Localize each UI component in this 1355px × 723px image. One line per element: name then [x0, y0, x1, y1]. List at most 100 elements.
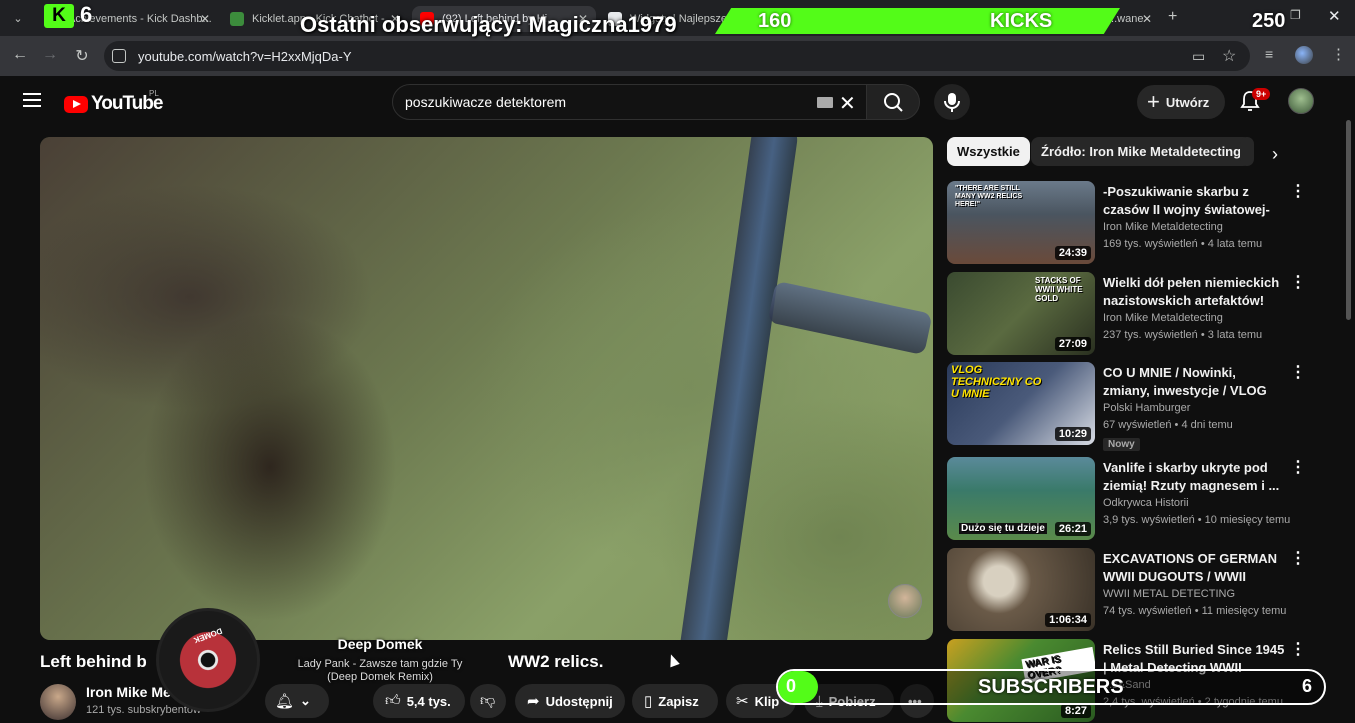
menu-hamburger-icon[interactable]	[23, 93, 41, 107]
browser-toolbar: ← → ↻ youtube.com/watch?v=H2xxMjqDa-Y	[0, 36, 1355, 76]
recommendation-item[interactable]: VLOG TECHNICZNY CO U MNIE 10:29 CO U MNI…	[947, 362, 1342, 451]
more-options-icon[interactable]: ⋮	[1290, 272, 1306, 292]
more-options-icon[interactable]: ⋮	[1290, 639, 1306, 659]
now-playing-title: Deep Domek	[337, 636, 423, 652]
microphone-icon	[944, 93, 960, 112]
chevron-right-icon[interactable]: ›	[1272, 144, 1278, 165]
channel-name[interactable]: Iron Mike Me	[86, 684, 171, 700]
video-meta: 67 wyświetleń • 4 dni temu	[1103, 419, 1233, 431]
keyboard-icon[interactable]	[817, 97, 833, 108]
disc-label: DOMEK	[192, 626, 224, 645]
browser-tab-bar: ⌄ Achievements - Kick Dashb... ✕ Kicklet…	[0, 0, 1355, 36]
back-arrow-icon[interactable]: ←	[10, 46, 30, 64]
dislike-button[interactable]: 👎︎	[470, 684, 506, 718]
close-window-icon[interactable]: ✕	[1328, 7, 1341, 25]
media-controls-icon[interactable]: ≡	[1265, 46, 1273, 62]
channel-name[interactable]: WWII METAL DETECTING	[1103, 588, 1235, 600]
subscribers-count: 0	[786, 676, 797, 696]
search-input[interactable]: poszukiwacze detektorem ✕	[392, 84, 868, 120]
chip-more[interactable]	[1240, 137, 1254, 166]
video-duration: 1:06:34	[1045, 613, 1091, 627]
thumbnail-caption: Dużo się tu dzieje	[959, 523, 1047, 534]
bookmark-icon: ▯	[644, 693, 653, 710]
thumbnail-caption: VLOG TECHNICZNY CO U MNIE	[951, 364, 1042, 400]
video-frame	[40, 137, 933, 640]
kicklet-favicon-icon	[230, 12, 244, 26]
address-bar[interactable]: youtube.com/watch?v=H2xxMjqDa-Y	[104, 41, 1250, 71]
video-player[interactable]	[40, 137, 933, 640]
clear-search-icon[interactable]: ✕	[839, 91, 856, 116]
country-code: PL	[149, 89, 159, 98]
url-text: youtube.com/watch?v=H2xxMjqDa-Y	[138, 49, 352, 64]
subscribers-label: SUBSCRIBERS	[978, 676, 1124, 698]
search-button[interactable]	[866, 84, 920, 120]
scissors-icon: ✂	[736, 693, 749, 710]
youtube-play-logo-icon	[64, 95, 88, 113]
video-meta: 169 tys. wyświetleń • 4 lata temu	[1103, 238, 1263, 250]
recommendation-item[interactable]: STACKS OF WWII WHITE GOLD 27:09 Wielki d…	[947, 272, 1342, 356]
video-duration: 10:29	[1054, 427, 1091, 441]
recommendation-item[interactable]: 1:06:34 EXCAVATIONS OF GERMAN WWII DUGOU…	[947, 548, 1342, 632]
share-label: Udostępnij	[545, 693, 613, 709]
chip-source[interactable]: Źródło: Iron Mike Metaldetecting	[1031, 137, 1252, 166]
video-duration: 26:21	[1054, 522, 1091, 536]
video-duration: 27:09	[1054, 337, 1091, 351]
video-title[interactable]: Vanlife i skarby ukryte pod ziemią! Rzut…	[1103, 459, 1285, 495]
close-tab-icon[interactable]: ✕	[200, 12, 210, 26]
video-meta: 74 tys. wyświetleń • 11 miesięcy temu	[1103, 605, 1287, 617]
site-info-icon[interactable]	[112, 49, 126, 63]
more-options-icon[interactable]: ⋮	[1290, 457, 1306, 477]
video-thumbnail[interactable]: STACKS OF WWII WHITE GOLD 27:09	[947, 272, 1095, 355]
notification-bell-button[interactable]: 🔔︎ ⌄	[265, 684, 329, 718]
voice-search-button[interactable]	[934, 84, 970, 120]
search-query-text: poszukiwacze detektorem	[405, 94, 567, 110]
channel-name[interactable]: Iron Mike Metaldetecting	[1103, 312, 1223, 324]
thumbs-up-icon: 👍︎	[385, 692, 401, 709]
channel-avatar[interactable]	[40, 684, 76, 720]
plus-icon: +	[1147, 89, 1160, 114]
recommendation-item[interactable]: "THERE ARE STILL MANY WW2 RELICS HERE!" …	[947, 181, 1342, 265]
video-duration: 8:27	[1060, 704, 1091, 718]
video-thumbnail[interactable]: Dużo się tu dzieje 26:21	[947, 457, 1095, 540]
like-button[interactable]: 👍︎ 5,4 tys.	[373, 684, 465, 718]
reload-icon[interactable]: ↻	[72, 46, 92, 66]
chip-all[interactable]: Wszystkie	[947, 137, 1030, 166]
video-title[interactable]: CO U MNIE / Nowinki, zmiany, inwestycje …	[1103, 364, 1285, 400]
share-button[interactable]: ➦ Udostępnij	[515, 684, 625, 718]
more-options-icon[interactable]: ⋮	[1290, 548, 1306, 568]
video-thumbnail[interactable]: VLOG TECHNICZNY CO U MNIE 10:29	[947, 362, 1095, 445]
browser-profile-icon[interactable]	[1295, 46, 1313, 64]
close-tab-icon[interactable]: ✕	[1142, 12, 1152, 26]
video-title[interactable]: -Poszukiwanie skarbu z czasów II wojny ś…	[1103, 183, 1285, 219]
more-options-icon[interactable]: ⋮	[1290, 362, 1306, 382]
kicks-goal: 250	[1252, 10, 1286, 32]
streamer-webcam	[888, 584, 922, 618]
subscribers-goal: 6	[1302, 676, 1313, 696]
video-title[interactable]: Wielki dół pełen niemieckich nazistowski…	[1103, 274, 1285, 310]
video-meta: 237 tys. wyświetleń • 3 lata temu	[1103, 329, 1263, 341]
browser-menu-icon[interactable]: ⋮	[1331, 45, 1346, 63]
share-icon: ➦	[527, 693, 540, 710]
video-title[interactable]: EXCAVATIONS OF GERMAN WWII DUGOUTS / WWI…	[1103, 550, 1285, 586]
forward-arrow-icon[interactable]: →	[40, 46, 60, 64]
cast-install-icon[interactable]: ▭	[1192, 48, 1205, 65]
page-scrollbar[interactable]	[1346, 120, 1351, 320]
tab-search-chevron-icon[interactable]: ⌄	[8, 8, 28, 28]
youtube-logo[interactable]: YouTube PL	[64, 89, 163, 115]
more-options-icon[interactable]: ⋮	[1290, 181, 1306, 201]
account-avatar[interactable]	[1288, 88, 1314, 114]
channel-name[interactable]: Polski Hamburger	[1103, 402, 1190, 414]
kick-viewer-count: 6	[80, 2, 93, 27]
channel-name[interactable]: Iron Mike Metaldetecting	[1103, 221, 1223, 233]
create-button[interactable]: + Utwórz	[1137, 85, 1225, 119]
save-button[interactable]: ▯ Zapisz	[632, 684, 718, 718]
channel-name[interactable]: Odkrywca Historii	[1103, 497, 1189, 509]
video-thumbnail[interactable]: "THERE ARE STILL MANY WW2 RELICS HERE!" …	[947, 181, 1095, 264]
video-thumbnail[interactable]: 1:06:34	[947, 548, 1095, 631]
recommendation-item[interactable]: Dużo się tu dzieje 26:21 Vanlife i skarb…	[947, 457, 1342, 541]
bookmark-star-icon[interactable]: ☆	[1222, 46, 1236, 66]
restore-window-icon[interactable]: ❐	[1290, 8, 1301, 22]
new-tab-button[interactable]: +	[1168, 8, 1177, 26]
thumbs-down-icon: 👎︎	[480, 692, 496, 709]
new-badge: Nowy	[1103, 438, 1140, 451]
